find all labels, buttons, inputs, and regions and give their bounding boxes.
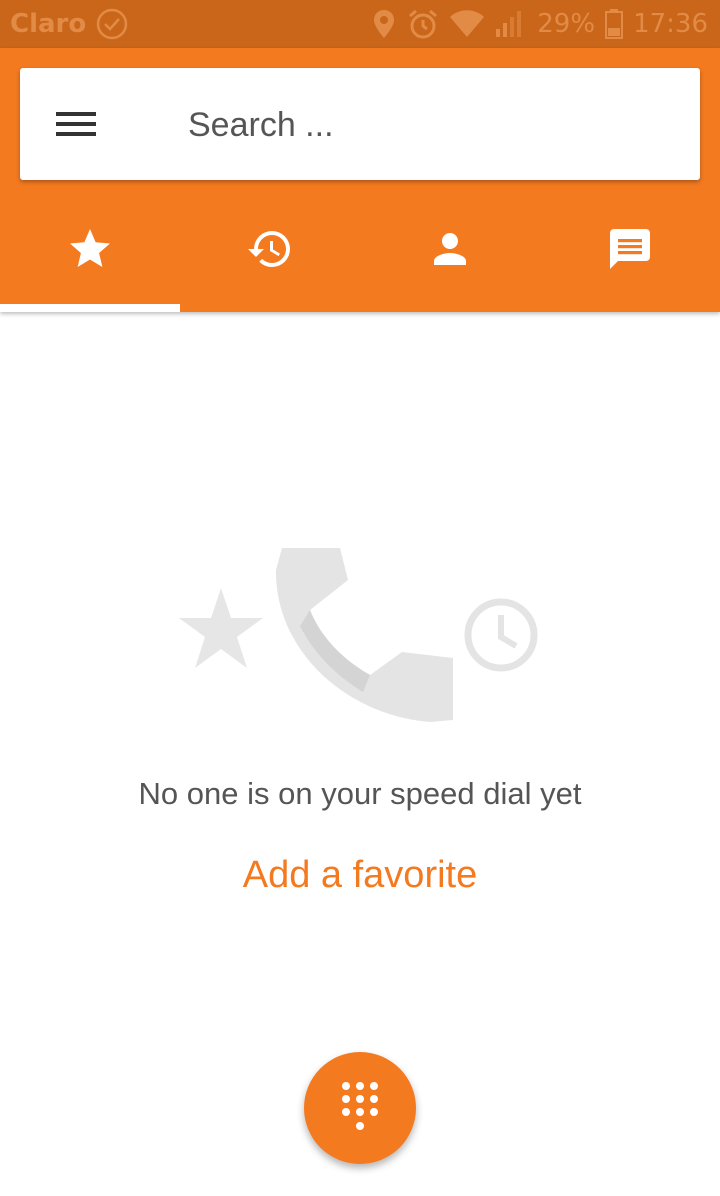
tab-contacts[interactable] [360,200,540,312]
empty-state-message: No one is on your speed dial yet [138,776,582,811]
tab-recents[interactable] [180,200,360,312]
location-icon [374,10,395,38]
app-bar [0,48,720,312]
battery-icon [605,9,624,39]
star-icon [179,588,263,668]
search-bar [20,68,700,180]
signal-icon [496,11,522,37]
clock-icon [464,598,538,672]
wifi-icon [450,10,485,37]
check-circle-icon [96,8,128,40]
history-icon [248,231,290,267]
phone-icon [275,548,453,722]
add-favorite-link[interactable]: Add a favorite [0,854,720,897]
alarm-icon [409,9,438,39]
carrier-name: Claro [10,9,87,39]
message-icon [610,229,650,269]
clock-time: 17:36 [633,9,708,39]
selected-tab-indicator [0,304,180,312]
tab-bar [0,200,720,312]
search-input[interactable] [186,96,670,154]
tab-messages[interactable] [540,200,720,312]
star-icon [70,229,110,267]
menu-icon[interactable] [56,104,96,144]
dialpad-icon [342,1082,378,1130]
status-bar: Claro 29% 17:36 [0,0,720,48]
battery-percent: 29% [537,9,596,39]
tab-favorites[interactable] [0,200,180,312]
empty-state-illustration [179,548,538,722]
dialpad-button[interactable] [304,1052,416,1164]
person-icon [434,233,466,265]
